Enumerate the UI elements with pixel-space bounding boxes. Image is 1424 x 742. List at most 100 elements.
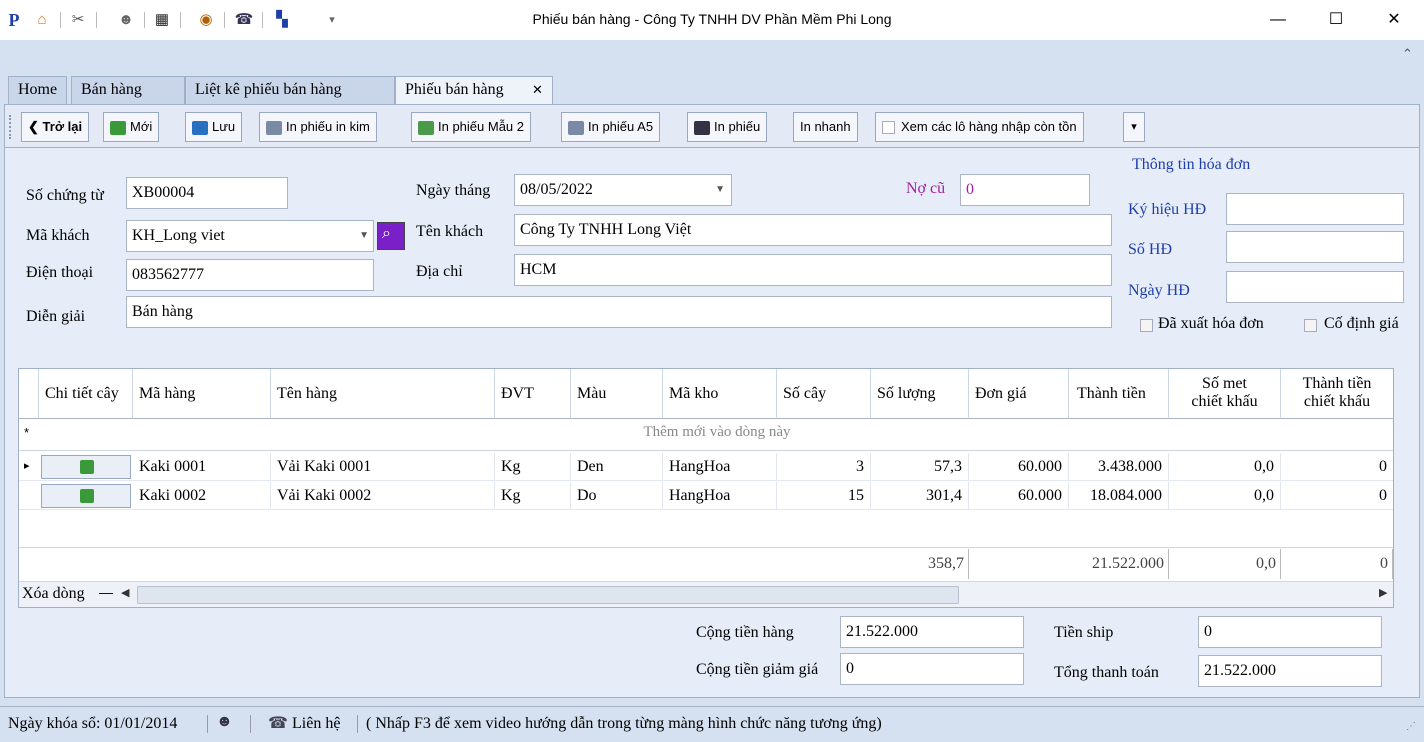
cell-thanh-tien[interactable]: 3.438.000 — [1069, 453, 1169, 481]
ky-hieu-hd-label: Ký hiệu HĐ — [1128, 201, 1207, 218]
col-thanh-tien-chiet-khau[interactable]: Thành tiền chiết khấu — [1281, 369, 1393, 419]
cell-tt-ck[interactable]: 0 — [1281, 453, 1393, 481]
cell-so-met-ck[interactable]: 0,0 — [1169, 453, 1281, 481]
print-button[interactable]: In phiếu — [687, 112, 768, 142]
cell-so-met-ck[interactable]: 0,0 — [1169, 482, 1281, 510]
cell-so-cay[interactable]: 15 — [777, 482, 871, 510]
cell-ma-hang[interactable]: Kaki 0002 — [133, 482, 271, 510]
dia-chi-input[interactable]: HCM — [514, 254, 1112, 286]
maximize-button[interactable]: ☐ — [1316, 6, 1356, 34]
cell-dvt[interactable]: Kg — [495, 453, 571, 481]
tab-phieu-ban-hang[interactable]: Phiếu bán hàng ✕ — [395, 76, 553, 105]
collapse-ribbon-icon[interactable]: ⌃ — [1402, 46, 1413, 62]
print-dot-matrix-button[interactable]: In phiếu in kim — [259, 112, 377, 142]
so-hd-input[interactable] — [1226, 231, 1404, 263]
cell-ma-kho[interactable]: HangHoa — [663, 482, 777, 510]
ten-khach-input[interactable]: Công Ty TNHH Long Việt — [514, 214, 1112, 246]
col-ma-hang[interactable]: Mã hàng — [133, 369, 271, 419]
cell-thanh-tien[interactable]: 18.084.000 — [1069, 482, 1169, 510]
dien-giai-input[interactable]: Bán hàng — [126, 296, 1112, 328]
col-dvt[interactable]: ĐVT — [495, 369, 571, 419]
cell-so-cay[interactable]: 3 — [777, 453, 871, 481]
minus-icon[interactable]: — — [99, 584, 113, 600]
chevron-down-icon[interactable]: ▼ — [715, 175, 725, 205]
scroll-right-icon[interactable]: ▶ — [1379, 586, 1387, 599]
dien-thoai-input[interactable]: 083562777 — [126, 259, 374, 291]
phone-icon: ☎ — [268, 715, 288, 732]
da-xuat-hoa-don-checkbox[interactable] — [1140, 319, 1153, 332]
tab-liet-ke-phieu[interactable]: Liệt kê phiếu bán hàng — [185, 76, 395, 104]
ngay-thang-label: Ngày tháng — [416, 182, 491, 199]
col-mau[interactable]: Màu — [571, 369, 663, 419]
tong-thanh-toan-input[interactable]: 21.522.000 — [1198, 655, 1382, 687]
close-button[interactable]: ✕ — [1374, 6, 1414, 34]
col-chi-tiet-cay[interactable]: Chi tiết cây — [39, 369, 133, 419]
print-mau2-button[interactable]: In phiếu Mẫu 2 — [411, 112, 532, 142]
cell-don-gia[interactable]: 60.000 — [969, 482, 1069, 510]
delete-row-button[interactable]: Xóa dòng — [22, 585, 85, 603]
tab-ban-hang[interactable]: Bán hàng — [71, 76, 185, 104]
ky-hieu-hd-input[interactable] — [1226, 193, 1404, 225]
cell-dvt[interactable]: Kg — [495, 482, 571, 510]
save-button[interactable]: Lưu — [185, 112, 243, 142]
minimize-button[interactable]: — — [1258, 6, 1298, 34]
detail-button[interactable] — [41, 484, 131, 508]
toolbar-overflow-icon[interactable]: ▾ — [1123, 112, 1145, 142]
footer-thanh-tien: 21.522.000 — [1069, 549, 1169, 579]
resize-grip-icon[interactable]: ⋰ — [1406, 721, 1416, 732]
new-button[interactable]: Mới — [103, 112, 160, 142]
show-lots-checkbox[interactable] — [882, 121, 895, 135]
col-thanh-tien[interactable]: Thành tiền — [1069, 369, 1169, 419]
cell-ten-hang[interactable]: Vải Kaki 0002 — [271, 482, 495, 510]
new-row[interactable]: * Thêm mới vào dòng này — [19, 419, 1393, 451]
detail-button[interactable] — [41, 455, 131, 479]
tab-close-icon[interactable]: ✕ — [532, 77, 543, 103]
ngay-hd-label: Ngày HĐ — [1128, 282, 1190, 299]
cell-tt-ck[interactable]: 0 — [1281, 482, 1393, 510]
cell-ma-kho[interactable]: HangHoa — [663, 453, 777, 481]
show-lots-toggle[interactable]: Xem các lô hàng nhập còn tồn — [875, 112, 1084, 142]
col-ten-hang[interactable]: Tên hàng — [271, 369, 495, 419]
contact-link[interactable]: Liên hệ — [292, 715, 340, 733]
chevron-down-icon[interactable]: ▼ — [359, 221, 369, 251]
printer-icon — [266, 120, 282, 135]
search-customer-button[interactable]: ⌕ — [377, 222, 405, 250]
tien-ship-input[interactable]: 0 — [1198, 616, 1382, 648]
cong-tien-hang-input[interactable]: 21.522.000 — [840, 616, 1024, 648]
back-button[interactable]: ❮ Trở lại — [21, 112, 90, 142]
ma-khach-select[interactable]: KH_Long viet ▼ — [126, 220, 374, 252]
col-ma-kho[interactable]: Mã kho — [663, 369, 777, 419]
cell-mau[interactable]: Do — [571, 482, 663, 510]
table-row[interactable]: ▸ Kaki 0001 Vải Kaki 0001 Kg Den HangHoa… — [19, 453, 1393, 481]
col-don-gia[interactable]: Đơn giá — [969, 369, 1069, 419]
col-so-luong[interactable]: Số lượng — [871, 369, 969, 419]
ngay-thang-input[interactable]: 08/05/2022 ▼ — [514, 174, 732, 206]
print-fast-button[interactable]: In nhanh — [793, 112, 858, 142]
scroll-left-icon[interactable]: ◀ — [121, 586, 129, 599]
new-row-hint: Thêm mới vào dòng này — [643, 424, 791, 440]
toolbar-grip[interactable] — [9, 115, 12, 139]
table-row[interactable]: Kaki 0002 Vải Kaki 0002 Kg Do HangHoa 15… — [19, 482, 1393, 510]
cell-ma-hang[interactable]: Kaki 0001 — [133, 453, 271, 481]
so-chung-tu-label: Số chứng từ — [26, 187, 104, 204]
no-cu-input[interactable]: 0 — [960, 174, 1090, 206]
ngay-hd-input[interactable] — [1226, 271, 1404, 303]
user-icon[interactable]: ☻ — [216, 713, 233, 731]
tab-home[interactable]: Home — [8, 76, 68, 104]
cell-so-luong[interactable]: 57,3 — [871, 453, 969, 481]
printer-icon — [418, 120, 434, 135]
col-so-cay[interactable]: Số cây — [777, 369, 871, 419]
horizontal-scrollbar-thumb[interactable] — [137, 586, 959, 604]
print-a5-button[interactable]: In phiếu A5 — [561, 112, 661, 142]
cell-ten-hang[interactable]: Vải Kaki 0001 — [271, 453, 495, 481]
add-icon — [110, 120, 126, 135]
cell-don-gia[interactable]: 60.000 — [969, 453, 1069, 481]
cell-so-luong[interactable]: 301,4 — [871, 482, 969, 510]
so-chung-tu-input[interactable]: XB00004 — [126, 177, 288, 209]
cell-mau[interactable]: Den — [571, 453, 663, 481]
new-row-marker: * — [24, 425, 30, 440]
co-dinh-gia-checkbox[interactable] — [1304, 319, 1317, 332]
cong-tien-giam-gia-input[interactable]: 0 — [840, 653, 1024, 685]
ma-khach-label: Mã khách — [26, 227, 90, 244]
col-so-met-chiet-khau[interactable]: Số met chiết khấu — [1169, 369, 1281, 419]
